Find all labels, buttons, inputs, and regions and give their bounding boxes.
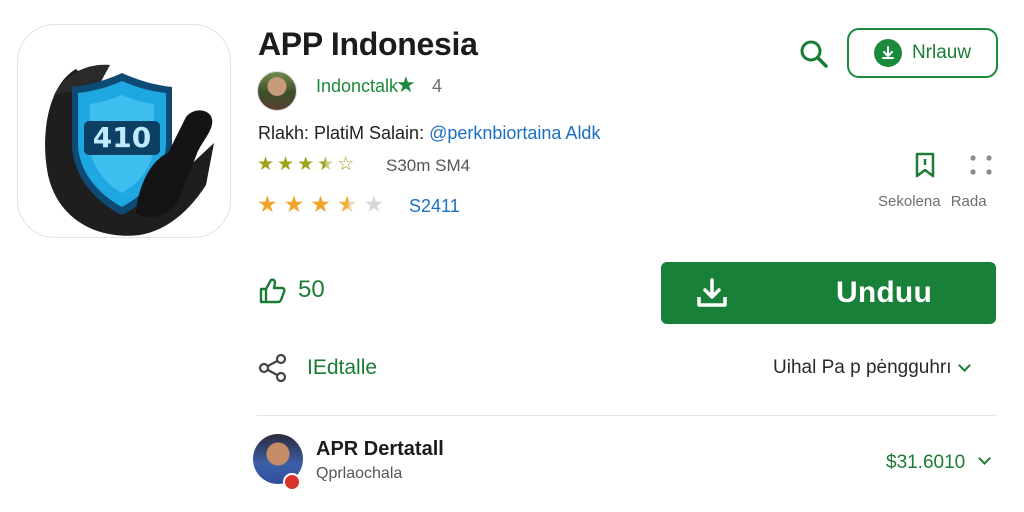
rating-count[interactable]: S2411 — [409, 196, 460, 217]
developer-star-icon: ★ — [396, 72, 416, 97]
rating-stars-row1: ★ ★ ★ ★ ☆ — [257, 155, 354, 174]
thumbs-up-icon[interactable] — [257, 275, 287, 305]
share-icon[interactable] — [257, 352, 289, 384]
install-button-label: Nrlauw — [911, 42, 972, 63]
download-button-label: Unduu — [836, 276, 932, 309]
download-badge-icon — [873, 39, 902, 67]
star-half-icon: ★ — [336, 191, 358, 217]
chevron-down-icon — [957, 359, 971, 372]
view-more-label: Uihal Pa p pėngguhrı — [773, 357, 952, 378]
row-value[interactable]: $31.6010 — [886, 452, 965, 474]
download-icon — [697, 278, 727, 307]
meta-line: Rlakh: PlatiM Salain: @perknbiortaina Al… — [258, 123, 600, 144]
star-empty-icon: ★ — [363, 191, 385, 217]
bookmark-icon — [915, 152, 935, 178]
like-count: 50 — [298, 276, 325, 303]
more-dots-icon — [970, 155, 992, 175]
star-half-icon: ★ — [317, 154, 335, 175]
star-icon: ★ — [310, 191, 331, 217]
app-icon: 410 — [17, 24, 231, 238]
developer-avatar — [257, 71, 297, 111]
chevron-down-icon[interactable] — [978, 452, 991, 465]
size-text: S30m SM4 — [386, 156, 471, 175]
star-outline-icon: ☆ — [337, 154, 355, 175]
icon-lettering: 410 — [93, 121, 151, 154]
meta-link[interactable]: @perknbiortaina Aldk — [429, 123, 600, 143]
row-title[interactable]: APR Dertatall — [316, 438, 444, 461]
install-button[interactable]: Nrlauw — [847, 28, 998, 78]
details-link[interactable]: IEdtalle — [307, 356, 377, 380]
app-title: APP Indonesia — [258, 26, 478, 62]
download-button[interactable]: Unduu — [661, 262, 996, 324]
shield-hand-logo-icon: 410 — [45, 64, 214, 236]
search-button[interactable] — [796, 36, 832, 72]
status-badge-icon — [283, 473, 301, 491]
search-icon — [800, 40, 828, 68]
star-icon: ★ — [257, 154, 275, 175]
developer-name[interactable]: Indonctalk — [316, 76, 398, 97]
bookmark-button[interactable] — [912, 150, 938, 180]
star-icon: ★ — [277, 154, 295, 175]
star-icon: ★ — [297, 154, 315, 175]
divider — [257, 415, 997, 416]
star-icon: ★ — [283, 191, 305, 217]
rating-stars-row2: ★ ★ ★ ★ ★ — [257, 193, 384, 216]
row-subtitle: Qprlaochala — [316, 465, 403, 482]
side-action-labels: Sekolena Rada — [878, 193, 987, 210]
more-options-button[interactable] — [966, 152, 996, 180]
meta-prefix: Rlakh: PlatiM Salain: — [258, 123, 430, 143]
developer-count: 4 — [432, 76, 443, 96]
star-icon: ★ — [257, 191, 278, 217]
view-more-link[interactable]: Uihal Pa p pėngguhrı — [773, 357, 971, 379]
